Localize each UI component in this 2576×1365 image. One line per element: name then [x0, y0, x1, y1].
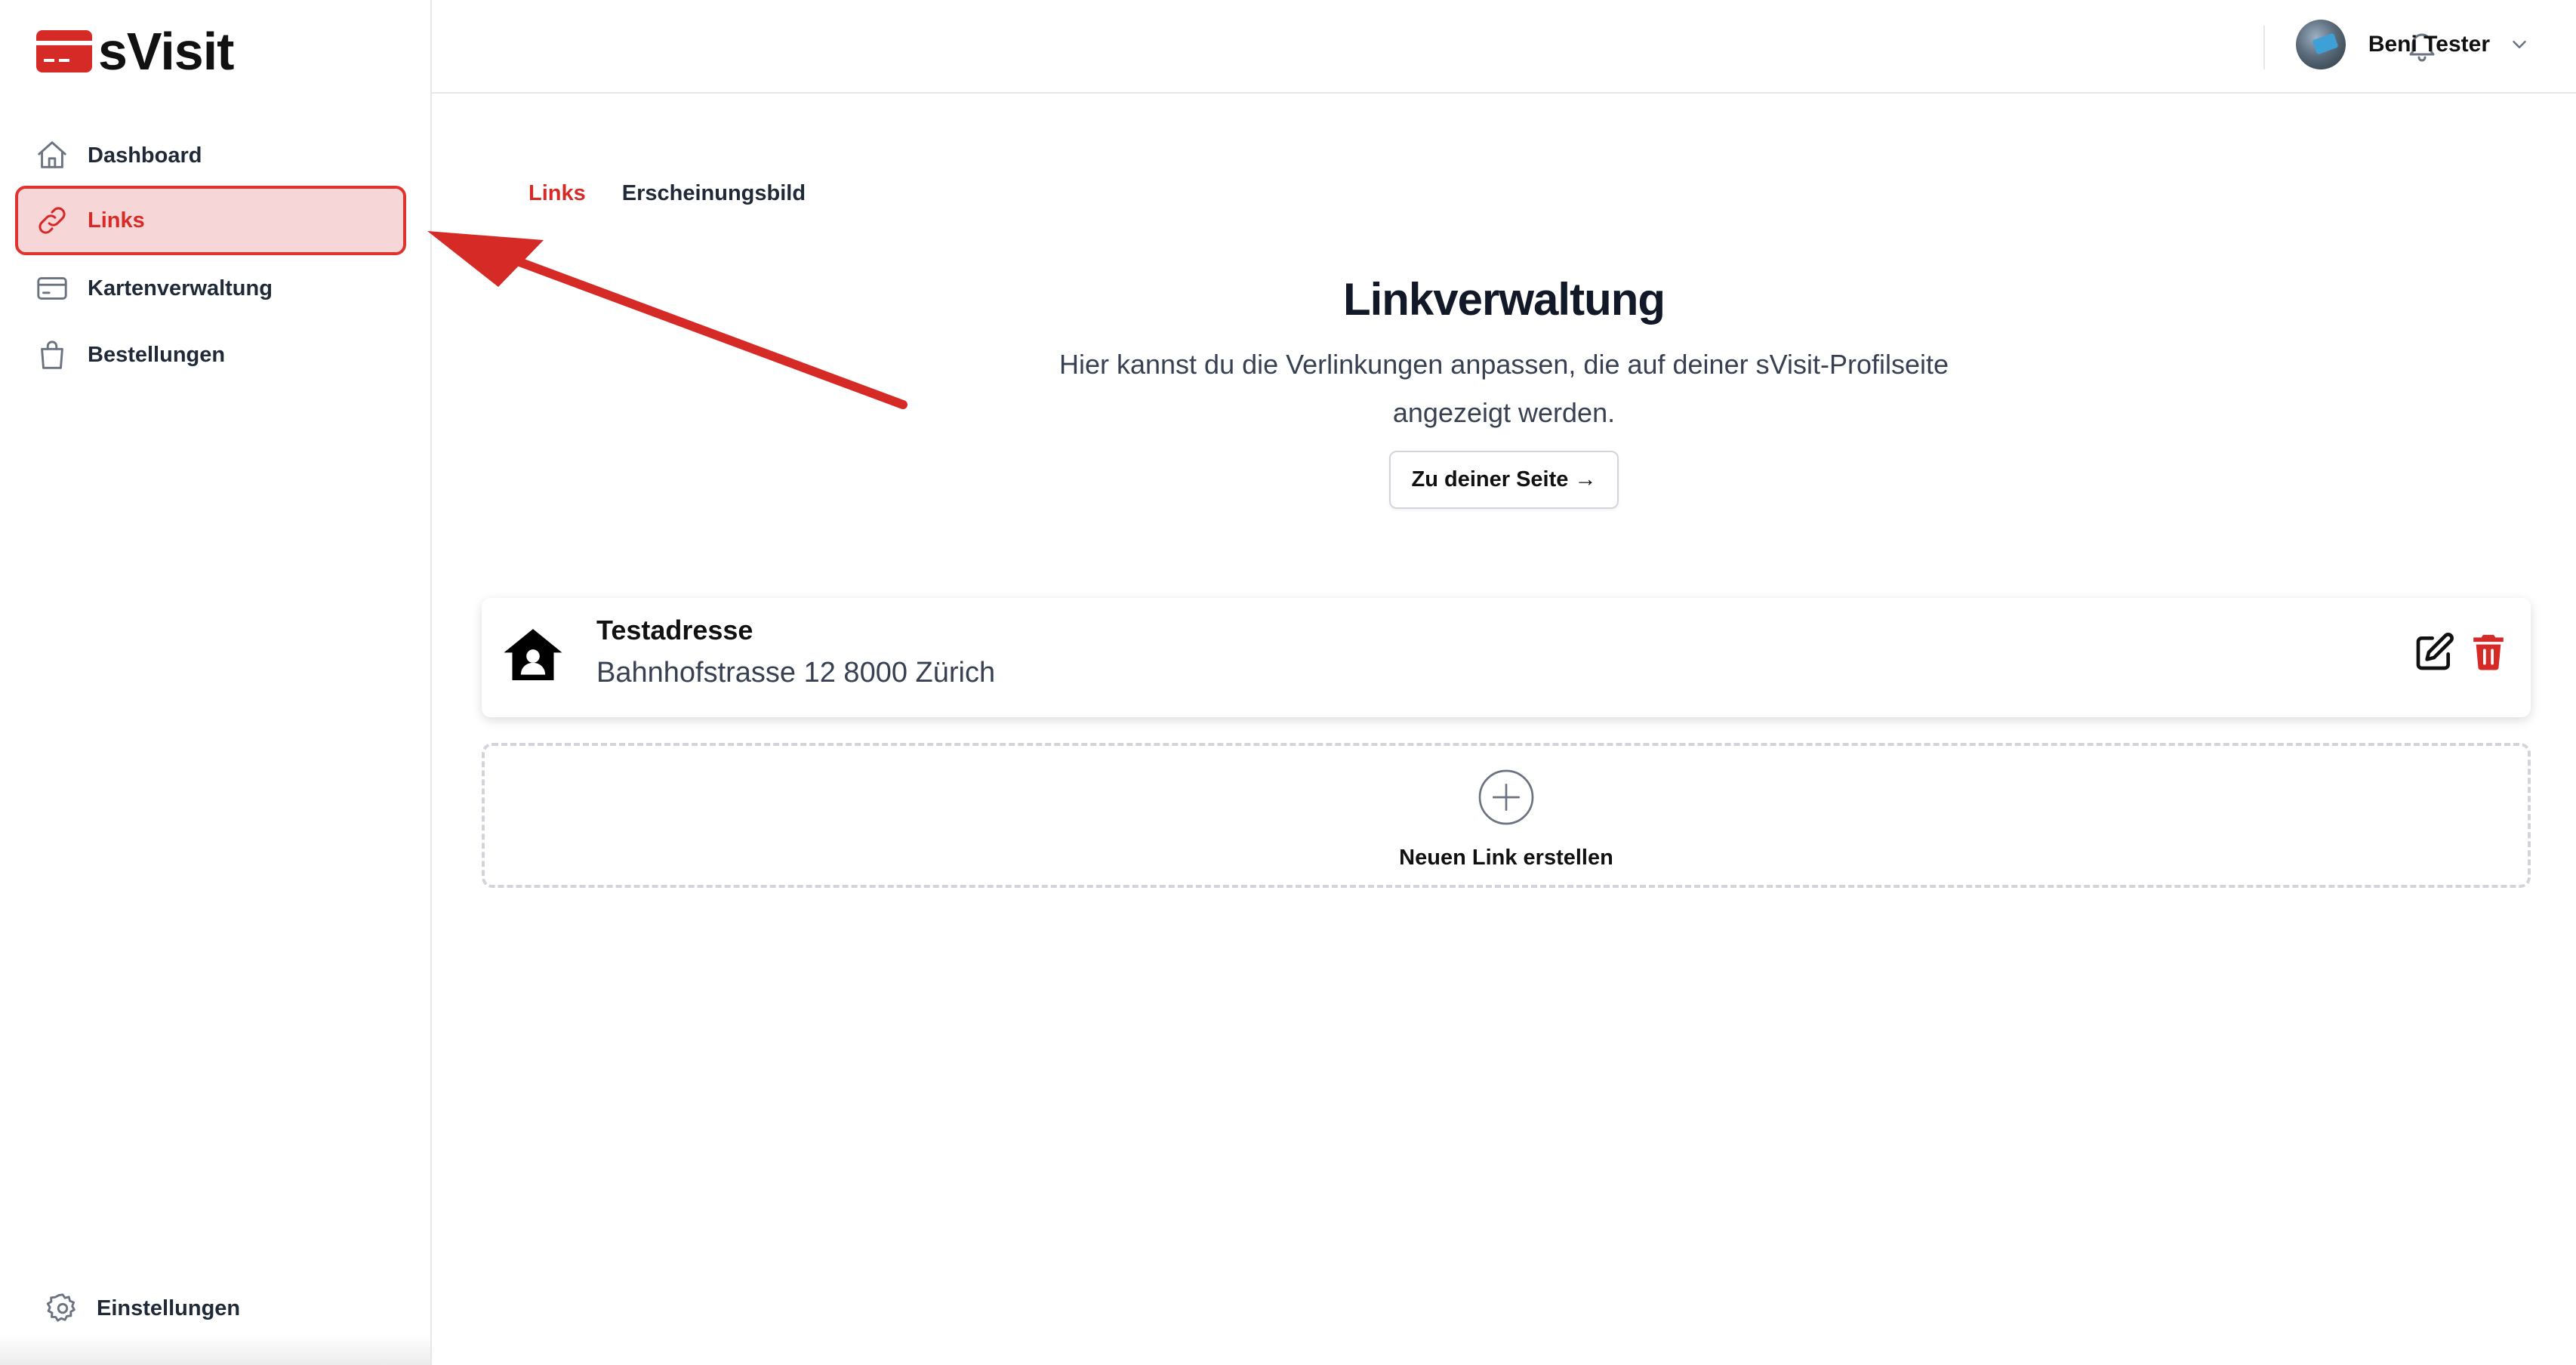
tab-erscheinungsbild[interactable]: Erscheinungsbild	[622, 181, 806, 206]
page-header: Linkverwaltung Hier kannst du die Verlin…	[432, 273, 2576, 509]
sidebar: sVisit Dashboard Links Kartenverwaltung …	[0, 0, 432, 1365]
sidebar-item-label: Dashboard	[88, 143, 202, 168]
credit-card-icon	[37, 277, 67, 300]
gear-icon	[46, 1293, 75, 1322]
go-to-page-button[interactable]: Zu deiner Seite →	[1388, 451, 1619, 509]
topbar-divider	[2263, 26, 2265, 69]
page-title: Linkverwaltung	[1342, 274, 1665, 325]
link-title: Testadresse	[596, 615, 753, 646]
home-icon	[38, 141, 66, 168]
sidebar-item-settings[interactable]: Einstellungen	[45, 1291, 240, 1326]
user-name: Beni Tester	[2368, 32, 2490, 57]
content-tabs: Links Erscheinungsbild	[528, 181, 806, 206]
logo[interactable]: sVisit	[36, 21, 234, 82]
plus-circle-icon	[1478, 769, 1534, 825]
page-description: Hier kannst du die Verlinkungen anpassen…	[1058, 349, 1949, 428]
chevron-down-icon	[2513, 41, 2526, 48]
shopping-bag-icon	[41, 340, 63, 369]
user-menu[interactable]: Beni Tester	[2295, 20, 2531, 69]
sidebar-item-links[interactable]: Links	[15, 186, 406, 255]
new-link-label: Neuen Link erstellen	[1399, 846, 1613, 870]
logo-text: sVisit	[98, 22, 234, 81]
avatar	[2295, 20, 2346, 69]
top-bar: Beni Tester	[432, 0, 2576, 94]
link-card[interactable]: Testadresse Bahnhofstrasse 12 8000 Züric…	[482, 598, 2531, 717]
settings-label: Einstellungen	[97, 1296, 241, 1320]
house-user-icon	[504, 629, 562, 680]
link-subtitle: Bahnhofstrasse 12 8000 Zürich	[596, 657, 996, 689]
sidebar-item-bestellungen[interactable]: Bestellungen	[15, 320, 406, 390]
logo-icon	[36, 30, 92, 72]
sidebar-item-label: Links	[88, 208, 145, 233]
sidebar-item-label: Bestellungen	[88, 342, 226, 367]
bottom-fade	[0, 1335, 430, 1365]
tab-links[interactable]: Links	[528, 181, 586, 206]
trash-icon[interactable]	[2467, 630, 2510, 673]
sidebar-item-kartenverwaltung[interactable]: Kartenverwaltung	[15, 254, 406, 323]
link-icon	[39, 207, 66, 234]
sidebar-item-dashboard[interactable]: Dashboard	[15, 121, 406, 190]
sidebar-item-label: Kartenverwaltung	[88, 276, 273, 300]
edit-icon[interactable]	[2413, 631, 2455, 673]
new-link-button[interactable]: Neuen Link erstellen	[482, 743, 2531, 888]
